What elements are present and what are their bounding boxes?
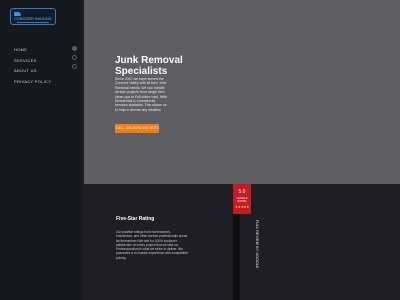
- page: CONCORD HAULING HOME SERVICES ABOUT US P…: [0, 0, 400, 300]
- rating-stars-icon: ★★★★★: [234, 205, 250, 209]
- hero-section: Junk Removal Specialists Since 2007 we h…: [84, 0, 400, 184]
- nav-item-about-us[interactable]: ABOUT US: [14, 69, 51, 73]
- rating-section-title: Five-Star Rating: [116, 216, 155, 222]
- rating-section-text: Our positive ratings from homeowners, bu…: [116, 230, 188, 260]
- pager-dot-1[interactable]: [72, 46, 77, 51]
- rating-score: 5.0: [238, 189, 246, 195]
- brand-logo[interactable]: CONCORD HAULING: [10, 8, 56, 25]
- pager-dot-2[interactable]: [72, 55, 77, 60]
- google-review-label: FULL REVIEW BY GOOGLE: [255, 220, 259, 269]
- google-rating-badge[interactable]: 5.0 GOOGLE RATING ★★★★★: [233, 184, 251, 214]
- nav-item-services[interactable]: SERVICES: [14, 58, 51, 63]
- truck-icon: [14, 12, 21, 16]
- rating-caption: GOOGLE RATING: [236, 197, 248, 203]
- google-review-tab[interactable]: FULL REVIEW BY GOOGLE: [252, 184, 262, 300]
- nav-item-home[interactable]: HOME: [14, 48, 51, 52]
- logo-text: CONCORD HAULING: [14, 17, 52, 21]
- hero-title: Junk Removal Specialists: [115, 55, 183, 77]
- main-nav: HOME SERVICES ABOUT US PRIVACY POLICY: [14, 48, 51, 90]
- call-us-button[interactable]: CALL US (925) 667-5070: [115, 124, 159, 133]
- pager-dot-3[interactable]: [72, 64, 77, 69]
- logo-divider: [17, 22, 49, 23]
- sidebar: CONCORD HAULING HOME SERVICES ABOUT US P…: [0, 0, 82, 300]
- nav-item-privacy-policy[interactable]: PRIVACY POLICY: [14, 79, 51, 84]
- hero-description: Since 2007 we have served the Concord Va…: [115, 77, 167, 112]
- section-pager: [72, 46, 77, 73]
